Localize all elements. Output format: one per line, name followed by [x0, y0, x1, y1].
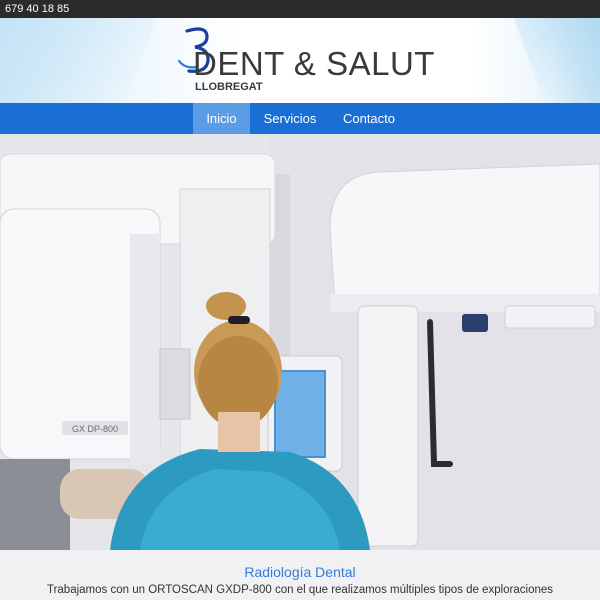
- section-text: Trabajamos con un ORTOSCAN GXDP-800 con …: [46, 584, 554, 596]
- radiology-scene-illustration: GX DP-800: [0, 134, 600, 550]
- top-bar: 679 40 18 85: [0, 0, 600, 18]
- section-title: Radiología Dental: [244, 564, 356, 580]
- logo-subtitle: LLOBREGAT: [195, 81, 263, 93]
- logo-name: DENT & SALUT: [193, 45, 435, 82]
- header-decoration-left: [0, 18, 161, 103]
- svg-text:GX DP-800: GX DP-800: [72, 424, 118, 434]
- site-logo[interactable]: DENT & SALUT LLOBREGAT: [175, 23, 435, 98]
- nav-item-contacto[interactable]: Contacto: [330, 103, 408, 134]
- phone-number[interactable]: 679 40 18 85: [5, 0, 69, 18]
- main-nav: Inicio Servicios Contacto: [0, 103, 600, 134]
- nav-item-inicio[interactable]: Inicio: [193, 103, 250, 134]
- site-header: DENT & SALUT LLOBREGAT: [0, 18, 600, 103]
- nav-item-servicios[interactable]: Servicios: [252, 103, 328, 134]
- services-section: Radiología Dental Trabajamos con un ORTO…: [0, 550, 600, 600]
- header-decoration-right: [509, 18, 600, 103]
- device-label: GX DP-800: [62, 421, 128, 435]
- hero-image: GX DP-800: [0, 134, 600, 550]
